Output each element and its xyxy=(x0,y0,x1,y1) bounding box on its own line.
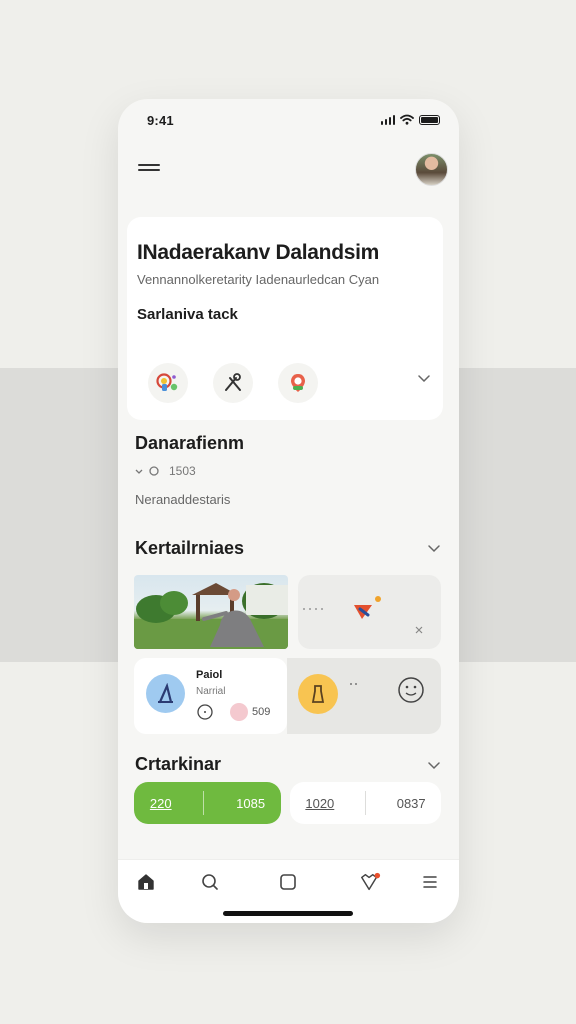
info-note: Neranaddestaris xyxy=(135,492,231,507)
status-icons xyxy=(380,114,440,125)
chevron-down-icon[interactable] xyxy=(417,371,431,385)
hamburger-icon[interactable] xyxy=(138,161,160,177)
wifi-icon xyxy=(400,114,414,125)
media-tile-torch[interactable] xyxy=(287,658,441,734)
pin-badge-icon[interactable] xyxy=(278,363,318,403)
dots-indicator xyxy=(349,678,359,689)
signal-icon xyxy=(380,114,395,125)
chevron-down-icon[interactable] xyxy=(427,541,441,555)
media-tile-arrow[interactable] xyxy=(298,575,441,649)
link-icon xyxy=(135,466,159,476)
green-value-1: 220 xyxy=(149,795,172,811)
profile-tile[interactable]: Paiol Narrial 509 xyxy=(134,658,287,734)
profile-count: 509 xyxy=(252,706,271,718)
smiley-icon xyxy=(398,677,424,703)
white-action-button[interactable]: 1020 0837 xyxy=(290,782,441,824)
info-section: Danarafienm 1503 Neranaddestaris xyxy=(135,433,244,507)
sparkle-arrow-icon xyxy=(303,596,423,634)
action-buttons-row: 220 1085 1020 0837 xyxy=(134,782,441,824)
square-icon[interactable] xyxy=(277,871,299,893)
chevron-down-icon[interactable] xyxy=(427,758,441,772)
heart-icon[interactable] xyxy=(359,871,381,893)
search-icon[interactable] xyxy=(199,871,221,893)
hero-section-label: Sarlaniva tack xyxy=(137,306,238,323)
info-meta: 1503 xyxy=(135,464,244,478)
like-badge-icon xyxy=(230,703,248,721)
hero-icons-row xyxy=(148,363,318,403)
green-action-button[interactable]: 220 1085 xyxy=(134,782,281,824)
media-title: Kertailrniaes xyxy=(135,538,245,558)
status-time: 9:41 xyxy=(147,113,174,128)
hero-card: INadaerakanv Dalandsim Vennannolkeretari… xyxy=(127,217,443,420)
menu-lines-icon[interactable] xyxy=(419,871,441,893)
crossed-tools-icon[interactable] xyxy=(213,363,253,403)
info-meta-value: 1503 xyxy=(169,464,196,478)
park-photo xyxy=(134,583,288,649)
phone-frame: 9:41 INadaerakanv Dalandsim Vennannolker… xyxy=(118,99,459,923)
white-value-1: 1020 xyxy=(305,795,335,811)
clock-icon xyxy=(197,704,213,720)
info-title: Danarafienm xyxy=(135,433,245,453)
hero-subtitle: Vennannolkeretarity Iadenaurledcan Cyan xyxy=(137,272,380,287)
colorful-badge-icon[interactable] xyxy=(148,363,188,403)
hero-title: INadaerakanv Dalandsim xyxy=(137,241,380,264)
status-bar: 9:41 xyxy=(118,99,459,143)
profile-name: Paiol xyxy=(196,669,223,681)
home-indicator[interactable] xyxy=(223,911,353,916)
profile-role: Narrial xyxy=(196,686,226,697)
white-value-2: 0837 xyxy=(396,795,426,811)
profile-avatar[interactable] xyxy=(415,153,448,186)
green-value-2: 1085 xyxy=(236,795,266,811)
battery-icon xyxy=(419,114,440,125)
home-icon[interactable] xyxy=(135,871,157,893)
torch-icon xyxy=(298,674,338,714)
actions-title: Crtarkinar xyxy=(135,754,222,774)
photo-tile[interactable] xyxy=(134,575,288,649)
profile-pencil-avatar xyxy=(146,674,185,713)
